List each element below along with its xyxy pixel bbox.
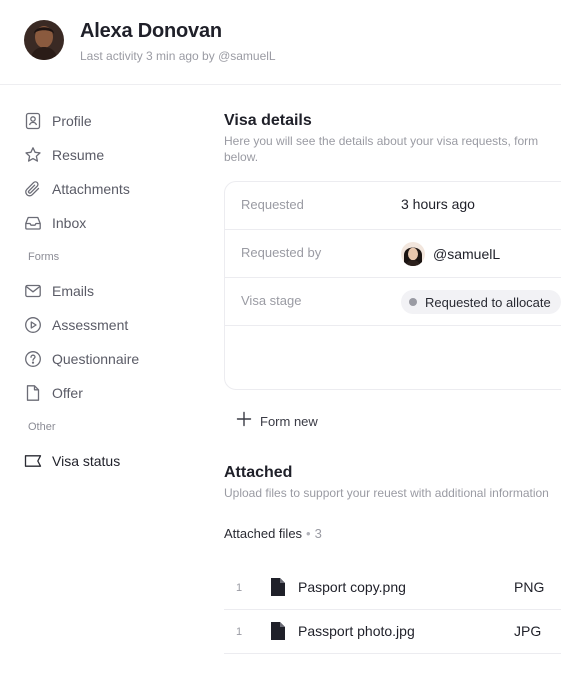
visa-details-card: Requested 3 hours ago Requested by @samu… — [224, 181, 561, 390]
status-badge-label: Requested to allocate — [425, 294, 551, 310]
attached-files-header: Attached files • 3 — [224, 526, 322, 541]
file-icon — [270, 577, 286, 597]
detail-key: Requested by — [241, 245, 322, 260]
avatar[interactable] — [24, 20, 64, 60]
plus-icon — [236, 411, 252, 432]
sidebar-item-assessment[interactable]: Assessment — [24, 313, 128, 337]
star-icon — [24, 146, 42, 164]
sidebar-item-inbox[interactable]: Inbox — [24, 211, 86, 235]
file-type: PNG — [514, 579, 545, 595]
file-name: Passport photo.jpg — [298, 623, 415, 639]
file-row-number: 1 — [236, 626, 243, 638]
profile-header: Alexa Donovan Last activity 3 min ago by… — [0, 0, 561, 85]
detail-key: Visa stage — [241, 293, 302, 308]
sidebar-item-label: Visa status — [52, 453, 121, 469]
sidebar-item-label: Profile — [52, 113, 92, 129]
detail-key: Requested — [241, 197, 304, 212]
attached-files-count: 3 — [314, 526, 322, 541]
sidebar-item-emails[interactable]: Emails — [24, 279, 94, 303]
sidebar-item-label: Emails — [52, 283, 95, 299]
file-row[interactable]: 1 Passport photo.jpg JPG — [224, 610, 561, 654]
avatar — [401, 242, 425, 266]
sidebar-item-label: Assessment — [52, 317, 129, 333]
detail-row-visa-stage: Visa stage Requested to allocate — [225, 278, 561, 326]
page: Alexa Donovan Last activity 3 min ago by… — [0, 0, 561, 700]
attached-description: Upload files to support your reuest with… — [224, 486, 549, 500]
user-name: Alexa Donovan — [80, 20, 222, 42]
sidebar-item-attachments[interactable]: Attachments — [24, 177, 130, 201]
play-circle-icon — [24, 316, 42, 334]
visa-details-title: Visa details — [224, 112, 312, 129]
section-label-forms: Forms — [28, 251, 60, 263]
detail-row-requested-by: Requested by @samuelL — [225, 230, 561, 278]
form-new-button[interactable]: Form new — [236, 411, 318, 432]
sidebar-item-label: Inbox — [52, 215, 87, 231]
attached-title: Attached — [224, 464, 293, 481]
sidebar-item-resume[interactable]: Resume — [24, 143, 104, 167]
last-activity: Last activity 3 min ago by @samuelL — [80, 49, 276, 63]
inbox-icon — [24, 214, 42, 232]
detail-value: 3 hours ago — [401, 196, 475, 212]
sidebar-item-label: Attachments — [52, 181, 130, 197]
tag-icon — [24, 452, 42, 470]
requester-username[interactable]: @samuelL — [433, 246, 500, 262]
sidebar-item-visa-status[interactable]: Visa status — [24, 449, 120, 473]
form-new-label: Form new — [260, 414, 318, 429]
sidebar-item-label: Questionnaire — [52, 351, 140, 367]
sidebar-item-label: Resume — [52, 147, 105, 163]
requested-time: 3 hours ago — [401, 196, 475, 212]
mail-icon — [24, 282, 42, 300]
document-icon — [24, 384, 42, 402]
status-dot — [409, 298, 417, 306]
detail-value: Requested to allocate — [401, 290, 561, 314]
sidebar-item-label: Offer — [52, 385, 83, 401]
help-circle-icon — [24, 350, 42, 368]
visa-details-description: Here you will see the details about your… — [224, 134, 539, 164]
file-row-number: 1 — [236, 582, 243, 594]
detail-value: @samuelL — [401, 242, 500, 266]
sidebar-item-profile[interactable]: Profile — [24, 109, 92, 133]
section-label-other: Other — [28, 421, 56, 433]
paperclip-icon — [24, 180, 42, 198]
detail-row-requested: Requested 3 hours ago — [225, 182, 561, 230]
file-icon — [270, 621, 286, 641]
sidebar-item-questionnaire[interactable]: Questionnaire — [24, 347, 139, 371]
status-badge: Requested to allocate — [401, 290, 561, 314]
file-type: JPG — [514, 623, 542, 639]
file-name: Pasport copy.png — [298, 579, 406, 595]
profile-icon — [24, 112, 42, 130]
attached-files-label: Attached files — [224, 526, 303, 541]
file-row[interactable]: 1 Pasport copy.png PNG — [224, 566, 561, 610]
sidebar-item-offer[interactable]: Offer — [24, 381, 83, 405]
